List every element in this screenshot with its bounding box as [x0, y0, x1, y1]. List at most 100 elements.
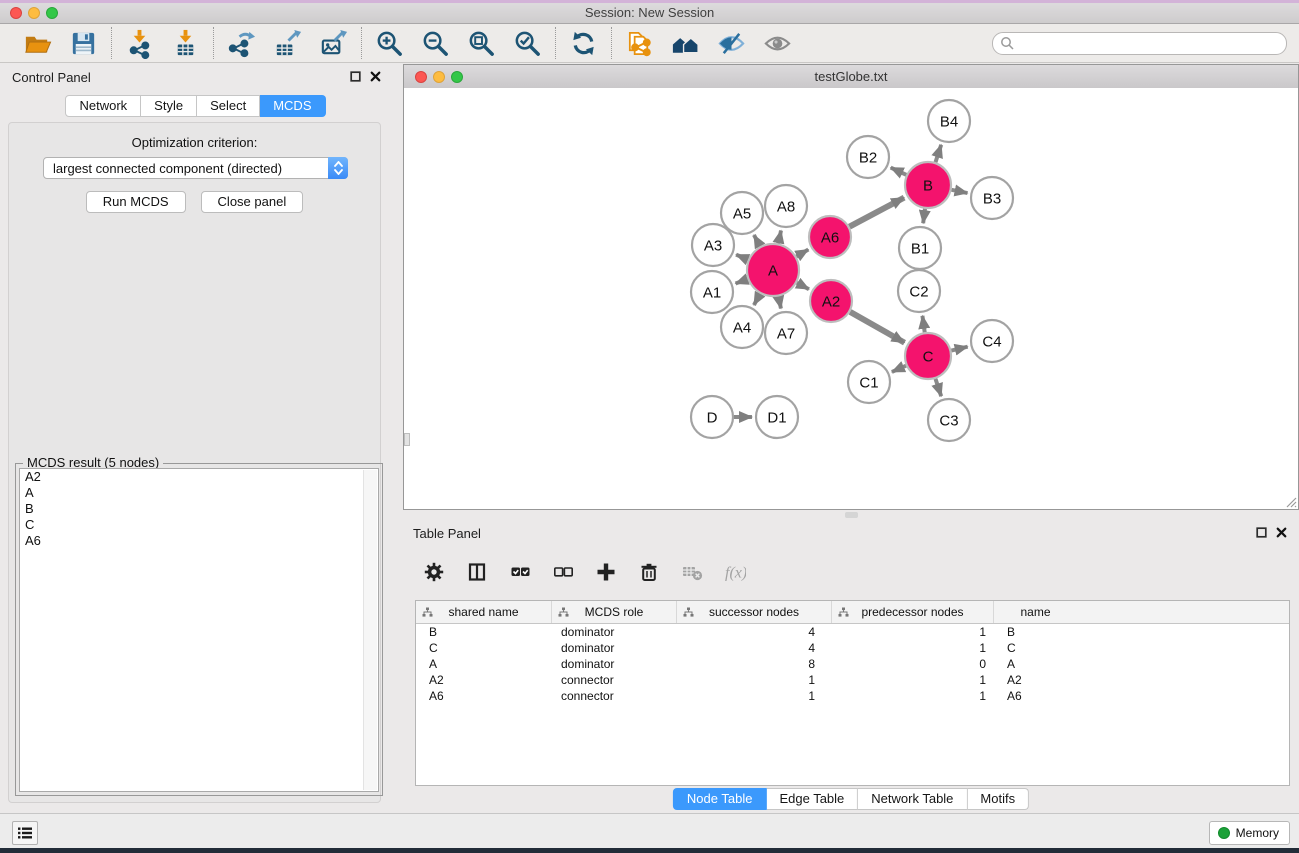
network-window-titlebar[interactable]: testGlobe.txt — [404, 65, 1298, 89]
delete-row-icon[interactable] — [636, 559, 662, 585]
graph-node-A2[interactable]: A2 — [810, 280, 852, 322]
column-header-name[interactable]: name — [994, 601, 1077, 623]
table-row[interactable]: A6connector11A6 — [416, 688, 1289, 704]
tab-mcds[interactable]: MCDS — [260, 95, 325, 117]
new-network-from-selection-icon[interactable] — [623, 27, 656, 60]
column-header-MCDS-role[interactable]: MCDS role — [552, 601, 677, 623]
tab-node-table[interactable]: Node Table — [673, 788, 767, 810]
graph-node-A1[interactable]: A1 — [691, 271, 733, 313]
zoom-out-icon[interactable] — [419, 27, 452, 60]
graph-edge-C-C2[interactable] — [922, 316, 924, 332]
add-row-icon[interactable] — [593, 559, 619, 585]
graph-edge-B-B1[interactable] — [923, 209, 925, 223]
mcds-result-item[interactable]: A6 — [20, 533, 378, 549]
close-panel-button[interactable]: Close panel — [201, 191, 304, 213]
close-panel-icon[interactable] — [370, 71, 381, 82]
table-row[interactable]: A2connector11A2 — [416, 672, 1289, 688]
mcds-result-item[interactable]: C — [20, 517, 378, 533]
vertical-split-handle[interactable] — [404, 433, 410, 446]
table-options-gear-icon[interactable] — [421, 559, 447, 585]
graph-node-C[interactable]: C — [905, 333, 951, 379]
graph-edge-B-B3[interactable] — [952, 190, 968, 193]
mcds-result-list[interactable]: A2ABCA6 — [19, 468, 379, 792]
graph-edge-A-A2[interactable] — [797, 283, 809, 289]
export-image-icon[interactable] — [317, 27, 350, 60]
mcds-result-item[interactable]: A2 — [20, 469, 378, 485]
table-row[interactable]: Cdominator41C — [416, 640, 1289, 656]
tab-motifs[interactable]: Motifs — [967, 788, 1029, 810]
close-table-panel-icon[interactable] — [1276, 527, 1287, 538]
graph-node-B2[interactable]: B2 — [847, 136, 889, 178]
graph-edge-A6-B[interactable] — [849, 198, 904, 227]
graph-edge-A-A3[interactable] — [736, 255, 748, 260]
graph-node-A6[interactable]: A6 — [809, 216, 851, 258]
graph-node-D[interactable]: D — [691, 396, 733, 438]
network-canvas[interactable]: AA6 A2 B C A5A8 A3 A1A4A7 B2 B4B3 B1C2 C4 C1 C3 D D1 — [404, 88, 1298, 509]
float-panel-icon[interactable] — [350, 71, 361, 82]
run-mcds-button[interactable]: Run MCDS — [86, 191, 186, 213]
show-all-icon[interactable] — [761, 27, 794, 60]
table-row[interactable]: Bdominator41B — [416, 624, 1289, 640]
graph-node-A[interactable]: A — [747, 244, 799, 296]
task-history-button[interactable] — [12, 821, 38, 845]
criterion-select[interactable]: largest connected component (directed) — [43, 157, 348, 179]
graph-node-B4[interactable]: B4 — [928, 100, 970, 142]
apply-layout-icon[interactable] — [669, 27, 702, 60]
result-list-scrollbar[interactable] — [363, 470, 377, 790]
graph-edge-A-A1[interactable] — [736, 279, 748, 283]
select-all-icon[interactable] — [507, 559, 533, 585]
graph-edge-A-A4[interactable] — [754, 294, 760, 305]
tab-select[interactable]: Select — [197, 95, 260, 117]
graph-node-B[interactable]: B — [905, 162, 951, 208]
graph-node-A7[interactable]: A7 — [765, 312, 807, 354]
float-table-panel-icon[interactable] — [1256, 527, 1267, 538]
column-header-predecessor-nodes[interactable]: predecessor nodes — [832, 601, 994, 623]
graph-node-B1[interactable]: B1 — [899, 227, 941, 269]
table-row[interactable]: Adominator80A — [416, 656, 1289, 672]
graph-node-C1[interactable]: C1 — [848, 361, 890, 403]
graph-edge-A-A7[interactable] — [778, 296, 780, 308]
graph-edge-C-C1[interactable] — [892, 366, 906, 372]
graph-edge-C-C4[interactable] — [951, 347, 967, 351]
tab-network[interactable]: Network — [65, 95, 141, 117]
graph-node-B3[interactable]: B3 — [971, 177, 1013, 219]
graph-node-A4[interactable]: A4 — [721, 306, 763, 348]
graph-edge-A-A8[interactable] — [778, 230, 781, 243]
graph-node-D1[interactable]: D1 — [756, 396, 798, 438]
tab-edge-table[interactable]: Edge Table — [766, 788, 858, 810]
resize-grip-icon[interactable] — [1285, 496, 1297, 508]
export-network-icon[interactable] — [225, 27, 258, 60]
graph-node-A8[interactable]: A8 — [765, 185, 807, 227]
zoom-in-icon[interactable] — [373, 27, 406, 60]
graph-edge-B-B4[interactable] — [935, 145, 941, 162]
column-header-successor-nodes[interactable]: successor nodes — [677, 601, 832, 623]
mcds-result-item[interactable]: A — [20, 485, 378, 501]
refresh-icon[interactable] — [567, 27, 600, 60]
zoom-fit-icon[interactable] — [465, 27, 498, 60]
import-table-icon[interactable] — [169, 27, 202, 60]
deselect-all-icon[interactable] — [550, 559, 576, 585]
graph-node-C3[interactable]: C3 — [928, 399, 970, 441]
graph-node-C2[interactable]: C2 — [898, 270, 940, 312]
zoom-selected-icon[interactable] — [511, 27, 544, 60]
column-header-shared-name[interactable]: shared name — [416, 601, 552, 623]
memory-button[interactable]: Memory — [1209, 821, 1290, 845]
mcds-result-item[interactable]: B — [20, 501, 378, 517]
graph-node-C4[interactable]: C4 — [971, 320, 1013, 362]
open-folder-icon[interactable] — [21, 27, 54, 60]
graph-edge-B-B2[interactable] — [891, 168, 907, 175]
search-field[interactable] — [992, 32, 1287, 55]
graph-edge-A-A6[interactable] — [796, 250, 808, 257]
save-icon[interactable] — [67, 27, 100, 60]
export-table-icon[interactable] — [271, 27, 304, 60]
graph-node-A5[interactable]: A5 — [721, 192, 763, 234]
graph-edge-A-A5[interactable] — [754, 235, 760, 246]
graph-edge-A2-C[interactable] — [850, 312, 904, 343]
search-input[interactable] — [1019, 34, 1278, 53]
show-columns-icon[interactable] — [464, 559, 490, 585]
node-table[interactable]: shared nameMCDS rolesuccessor nodesprede… — [415, 600, 1290, 786]
import-network-icon[interactable] — [123, 27, 156, 60]
hide-selected-icon[interactable] — [715, 27, 748, 60]
horizontal-split-handle[interactable] — [845, 512, 858, 518]
graph-node-A3[interactable]: A3 — [692, 224, 734, 266]
